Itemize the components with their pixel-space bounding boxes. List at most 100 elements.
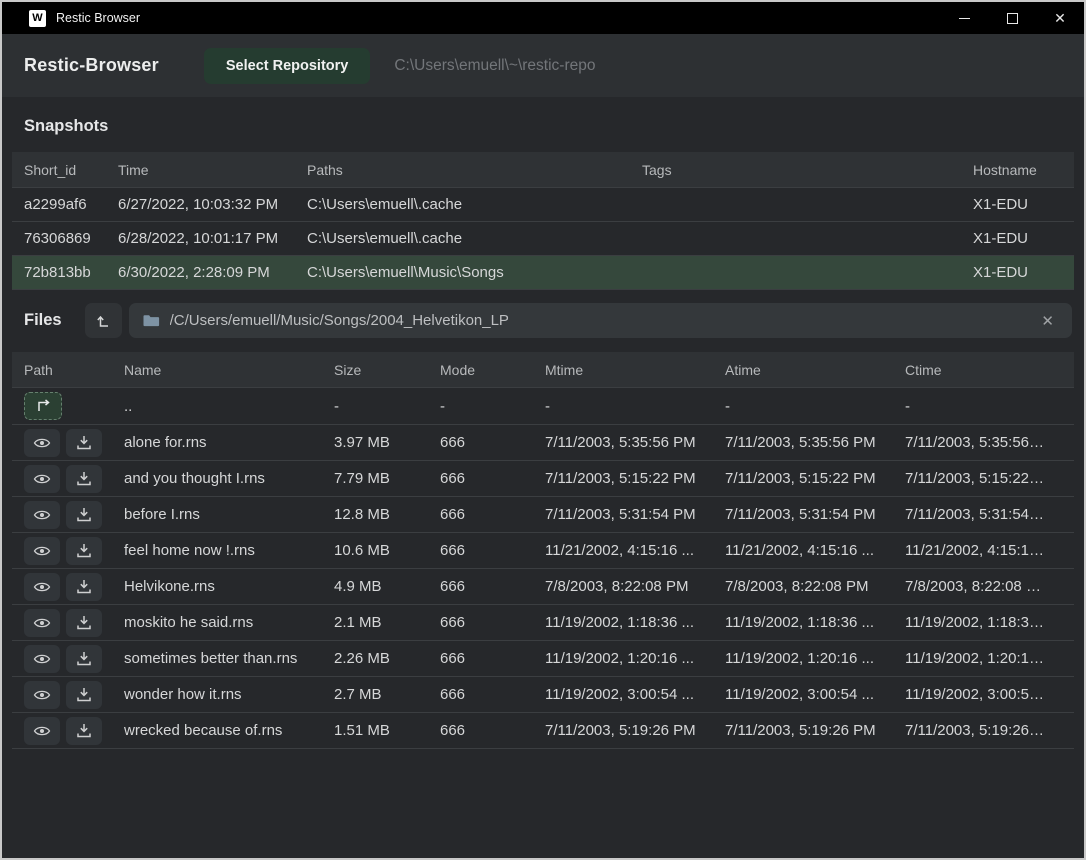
file-size: 2.7 MB	[334, 686, 440, 703]
snapshot-row[interactable]: a2299af6 6/27/2022, 10:03:32 PM C:\Users…	[12, 188, 1074, 222]
file-mtime: 11/19/2002, 1:18:36 ...	[545, 614, 725, 631]
file-row[interactable]: moskito he said.rns 2.1 MB 666 11/19/200…	[12, 605, 1074, 641]
close-button[interactable]: ✕	[1036, 2, 1084, 34]
file-row[interactable]: and you thought I.rns 7.79 MB 666 7/11/2…	[12, 461, 1074, 497]
file-row[interactable]: wrecked because of.rns 1.51 MB 666 7/11/…	[12, 713, 1074, 749]
files-title: Files	[24, 311, 62, 330]
app-window: W Restic Browser ✕ Restic-Browser Select…	[0, 0, 1086, 860]
file-row[interactable]: alone for.rns 3.97 MB 666 7/11/2003, 5:3…	[12, 425, 1074, 461]
minimize-button[interactable]	[940, 2, 988, 34]
file-mtime: 11/19/2002, 1:20:16 ...	[545, 650, 725, 667]
download-file-button[interactable]	[66, 609, 102, 637]
parent-name: ..	[124, 398, 334, 415]
snapshot-row[interactable]: 76306869 6/28/2022, 10:01:17 PM C:\Users…	[12, 222, 1074, 256]
file-row[interactable]: sometimes better than.rns 2.26 MB 666 11…	[12, 641, 1074, 677]
download-file-button[interactable]	[66, 573, 102, 601]
eye-icon	[33, 652, 51, 666]
download-icon	[76, 723, 92, 738]
file-size: 7.79 MB	[334, 470, 440, 487]
preview-file-button[interactable]	[24, 681, 60, 709]
file-mode: 666	[440, 470, 545, 487]
download-file-button[interactable]	[66, 717, 102, 745]
col-mtime: Mtime	[545, 362, 725, 378]
file-name: feel home now !.rns	[124, 542, 334, 559]
col-short-id: Short_id	[24, 162, 118, 178]
download-file-button[interactable]	[66, 501, 102, 529]
select-repository-button[interactable]: Select Repository	[204, 48, 371, 84]
file-ctime: 7/11/2003, 5:15:22 PM	[905, 470, 1062, 487]
file-mtime: 11/19/2002, 3:00:54 ...	[545, 686, 725, 703]
col-hostname: Hostname	[973, 162, 1062, 178]
file-row[interactable]: wonder how it.rns 2.7 MB 666 11/19/2002,…	[12, 677, 1074, 713]
parent-size: -	[334, 398, 440, 415]
window-controls: ✕	[940, 2, 1084, 34]
file-atime: 7/11/2003, 5:35:56 PM	[725, 434, 905, 451]
snapshots-body: a2299af6 6/27/2022, 10:03:32 PM C:\Users…	[12, 188, 1074, 290]
up-right-arrow-icon	[35, 399, 52, 413]
file-size: 3.97 MB	[334, 434, 440, 451]
file-ctime: 11/19/2002, 1:20:16 ...	[905, 650, 1062, 667]
snapshot-time: 6/28/2022, 10:01:17 PM	[118, 230, 307, 247]
download-file-button[interactable]	[66, 429, 102, 457]
file-mode: 666	[440, 434, 545, 451]
file-atime: 7/11/2003, 5:15:22 PM	[725, 470, 905, 487]
col-atime: Atime	[725, 362, 905, 378]
file-name: Helvikone.rns	[124, 578, 334, 595]
snapshot-time: 6/27/2022, 10:03:32 PM	[118, 196, 307, 213]
download-file-button[interactable]	[66, 537, 102, 565]
col-size: Size	[334, 362, 440, 378]
set-root-button[interactable]	[85, 303, 122, 338]
current-path-bar[interactable]: /C/Users/emuell/Music/Songs/2004_Helveti…	[129, 303, 1072, 338]
preview-file-button[interactable]	[24, 429, 60, 457]
file-ctime: 11/19/2002, 3:00:54 ...	[905, 686, 1062, 703]
file-row[interactable]: feel home now !.rns 10.6 MB 666 11/21/20…	[12, 533, 1074, 569]
parent-ctime: -	[905, 398, 1062, 415]
file-size: 10.6 MB	[334, 542, 440, 559]
files-body: alone for.rns 3.97 MB 666 7/11/2003, 5:3…	[12, 425, 1074, 749]
snapshot-row[interactable]: 72b813bb 6/30/2022, 2:28:09 PM C:\Users\…	[12, 256, 1074, 290]
snapshot-hostname: X1-EDU	[973, 230, 1062, 247]
file-name: alone for.rns	[124, 434, 334, 451]
snapshots-table-header: Short_id Time Paths Tags Hostname	[12, 152, 1074, 188]
file-mode: 666	[440, 722, 545, 739]
download-icon	[76, 435, 92, 450]
preview-file-button[interactable]	[24, 717, 60, 745]
snapshot-short-id: a2299af6	[24, 196, 118, 213]
snapshot-time: 6/30/2022, 2:28:09 PM	[118, 264, 307, 281]
file-ctime: 7/11/2003, 5:31:54 PM	[905, 506, 1062, 523]
file-atime: 11/19/2002, 3:00:54 ...	[725, 686, 905, 703]
file-mtime: 7/11/2003, 5:15:22 PM	[545, 470, 725, 487]
repository-path: C:\Users\emuell\~\restic-repo	[394, 57, 595, 75]
parent-mode: -	[440, 398, 545, 415]
empty-space	[12, 749, 1074, 858]
parent-dir-row[interactable]: .. - - - - -	[12, 388, 1074, 425]
preview-file-button[interactable]	[24, 573, 60, 601]
file-atime: 7/8/2003, 8:22:08 PM	[725, 578, 905, 595]
download-file-button[interactable]	[66, 681, 102, 709]
maximize-button[interactable]	[988, 2, 1036, 34]
eye-icon	[33, 688, 51, 702]
minimize-icon	[959, 18, 970, 19]
snapshot-short-id: 72b813bb	[24, 264, 118, 281]
go-parent-button[interactable]	[24, 392, 62, 420]
file-mode: 666	[440, 614, 545, 631]
close-icon: ✕	[1054, 11, 1066, 25]
file-row[interactable]: before I.rns 12.8 MB 666 7/11/2003, 5:31…	[12, 497, 1074, 533]
preview-file-button[interactable]	[24, 645, 60, 673]
preview-file-button[interactable]	[24, 609, 60, 637]
preview-file-button[interactable]	[24, 465, 60, 493]
download-file-button[interactable]	[66, 465, 102, 493]
window-title: Restic Browser	[56, 11, 140, 25]
clear-path-button[interactable]: ✕	[1037, 310, 1058, 332]
eye-icon	[33, 544, 51, 558]
preview-file-button[interactable]	[24, 501, 60, 529]
snapshot-short-id: 76306869	[24, 230, 118, 247]
preview-file-button[interactable]	[24, 537, 60, 565]
file-mtime: 7/8/2003, 8:22:08 PM	[545, 578, 725, 595]
snapshot-paths: C:\Users\emuell\Music\Songs	[307, 264, 642, 281]
parent-mtime: -	[545, 398, 725, 415]
maximize-icon	[1007, 13, 1018, 24]
file-row[interactable]: Helvikone.rns 4.9 MB 666 7/8/2003, 8:22:…	[12, 569, 1074, 605]
snapshot-hostname: X1-EDU	[973, 196, 1062, 213]
download-file-button[interactable]	[66, 645, 102, 673]
